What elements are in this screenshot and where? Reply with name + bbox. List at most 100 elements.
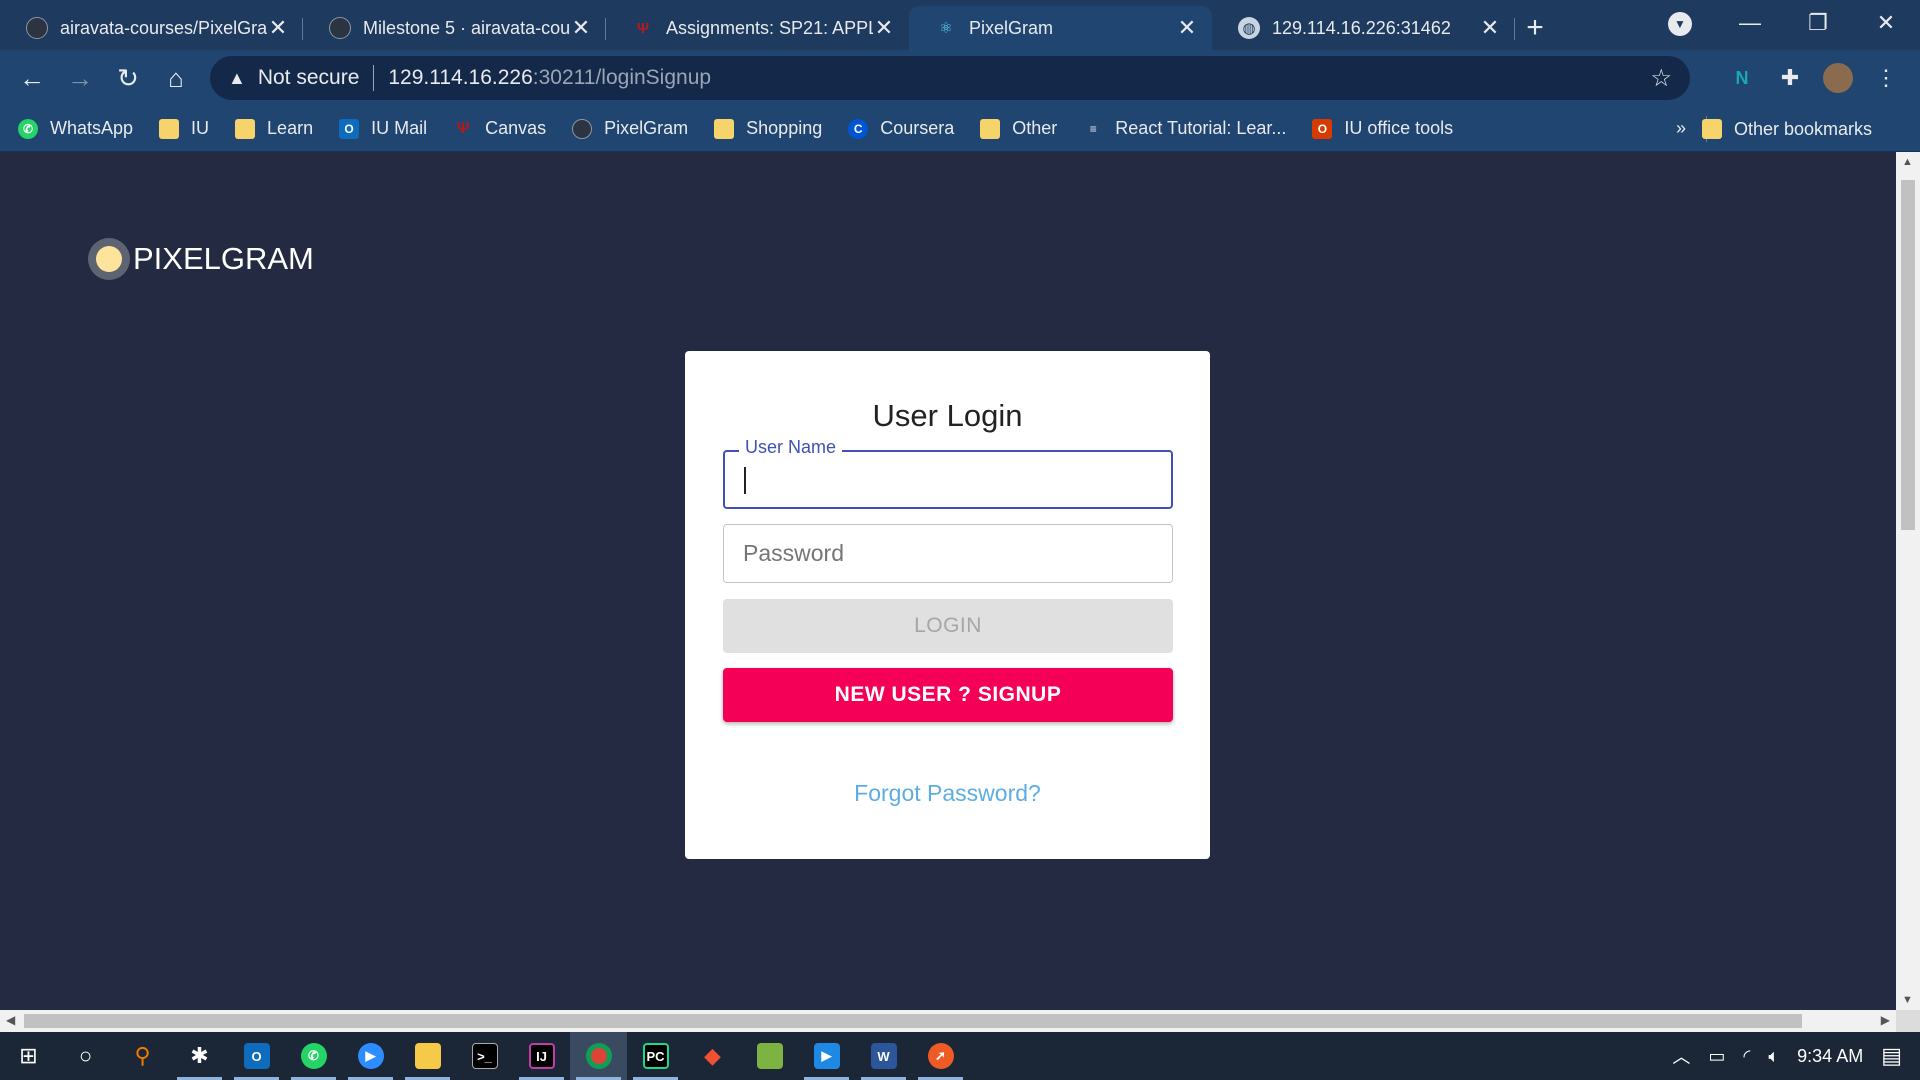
battery-icon[interactable]: ▭ [1708, 1046, 1725, 1067]
login-button[interactable]: LOGIN [723, 599, 1173, 653]
bookmark-label: Learn [267, 118, 314, 138]
browser-tab[interactable]: ◍ 129.114.16.226:31462 ✕ [1212, 6, 1515, 50]
browser-tab[interactable]: Ψ Assignments: SP21: APPLIED ✕ [606, 6, 909, 50]
reload-icon[interactable]: ↻ [104, 56, 152, 100]
bookmark-item[interactable]: Shopping [714, 118, 822, 139]
password-input[interactable] [724, 525, 1172, 582]
bookmark-item[interactable]: C Coursera [848, 118, 954, 139]
horizontal-scrollbar[interactable]: ◀ ▶ [0, 1010, 1896, 1032]
bookmark-item[interactable]: IU [159, 118, 209, 139]
whatsapp-icon[interactable]: ✆ [285, 1032, 342, 1080]
app-logo[interactable]: PIXELGRAM [88, 238, 314, 280]
back-icon[interactable]: ← [8, 56, 56, 100]
pycharm-icon[interactable]: PC [627, 1032, 684, 1080]
notifications-icon[interactable]: ▤ [1881, 1043, 1902, 1069]
bookmark-item[interactable]: PixelGram [572, 118, 688, 139]
search-icon[interactable]: ○ [57, 1032, 114, 1080]
vertical-scrollbar[interactable]: ▲ ▼ [1896, 152, 1920, 1010]
outlook-icon[interactable]: O [228, 1032, 285, 1080]
bookmark-item[interactable]: Ψ Canvas [453, 118, 547, 139]
password-field[interactable] [723, 524, 1173, 583]
tab-title: Assignments: SP21: APPLIED [666, 17, 873, 38]
windows-taskbar: ⊞ ○ ⚲ ✱ O ✆ ▶ >_ IJ PC ◆ ▶ W ➚ ︿ ▭ ◜ 🔈︎ … [0, 1032, 1920, 1080]
volume-icon[interactable]: 🔈︎ [1768, 1046, 1779, 1067]
close-icon[interactable]: ✕ [873, 15, 895, 41]
windows-start-icon[interactable]: ⊞ [0, 1032, 57, 1080]
forward-icon[interactable]: → [56, 56, 104, 100]
page-title: User Login [872, 398, 1023, 433]
clock[interactable]: 9:34 AM [1797, 1046, 1863, 1067]
browser-tab[interactable]: Milestone 5 · airavata-courses ✕ [303, 6, 606, 50]
other-bookmarks[interactable]: Other bookmarks [1701, 106, 1872, 152]
scrollbar-corner [1896, 1010, 1920, 1032]
word-icon[interactable]: W [855, 1032, 912, 1080]
logo-circle-icon [88, 238, 130, 280]
close-icon[interactable]: ✕ [570, 15, 592, 41]
bookmark-item[interactable]: Learn [235, 118, 313, 139]
github-icon [26, 17, 48, 39]
signup-button[interactable]: NEW USER ? SIGNUP [723, 668, 1173, 722]
postman-icon[interactable]: ➚ [912, 1032, 969, 1080]
globe-icon: ◍ [1238, 17, 1260, 39]
url-path: :30211/loginSignup [532, 66, 712, 89]
forgot-password-link[interactable]: Forgot Password? [685, 780, 1210, 807]
bookmark-item[interactable]: ≡ React Tutorial: Lear... [1083, 118, 1287, 139]
restore-icon[interactable]: ❐ [1784, 10, 1852, 36]
zoom-icon[interactable]: ▶ [342, 1032, 399, 1080]
slack-icon[interactable]: ✱ [171, 1032, 228, 1080]
bookmark-item[interactable]: O IU Mail [339, 118, 427, 139]
bookmark-label: Coursera [880, 118, 955, 138]
system-tray: ︿ ▭ ◜ 🔈︎ 9:34 AM ▤ [1672, 1032, 1920, 1080]
bookmark-label: IU Mail [371, 118, 428, 138]
home-icon[interactable]: ⌂ [152, 56, 200, 100]
scrollbar-thumb[interactable] [24, 1014, 1802, 1028]
tab-title: Milestone 5 · airavata-courses [363, 17, 570, 38]
scroll-left-icon[interactable]: ◀ [6, 1013, 15, 1027]
folder-icon [980, 118, 1001, 139]
folder-icon [714, 118, 735, 139]
search-orange-icon[interactable]: ⚲ [114, 1032, 171, 1080]
bookmark-item[interactable]: Other [980, 118, 1057, 139]
media-player-icon[interactable]: ▶ [798, 1032, 855, 1080]
git-icon[interactable]: ◆ [684, 1032, 741, 1080]
username-input[interactable] [725, 452, 1171, 507]
scroll-down-icon[interactable]: ▼ [1902, 994, 1913, 1006]
username-field[interactable]: User Name [723, 437, 1173, 509]
terminal-icon[interactable]: >_ [456, 1032, 513, 1080]
new-tab-button[interactable]: + [1515, 6, 1555, 50]
tab-search-icon[interactable]: ▼ [1668, 12, 1692, 36]
minimize-icon[interactable]: — [1716, 10, 1784, 36]
office-icon: O [1312, 118, 1333, 139]
notepad-icon[interactable] [741, 1032, 798, 1080]
security-label: Not secure [257, 66, 360, 89]
scroll-up-icon[interactable]: ▲ [1902, 156, 1913, 168]
notion-extension-icon[interactable]: N [1724, 60, 1760, 96]
extensions-puzzle-icon[interactable]: ✚ [1772, 60, 1808, 96]
folder-icon [159, 118, 180, 139]
bookmark-label: Other bookmarks [1733, 118, 1872, 139]
menu-kebab-icon[interactable]: ⋮ [1868, 60, 1904, 96]
wifi-icon[interactable]: ◜ [1743, 1046, 1750, 1067]
bookmark-label: Canvas [485, 118, 547, 138]
tutorial-icon: ≡ [1089, 121, 1097, 136]
close-icon[interactable]: ✕ [1479, 15, 1501, 41]
browser-tab-active[interactable]: ⚛ PixelGram ✕ [909, 6, 1212, 50]
iu-trident-icon: Ψ [636, 19, 650, 37]
file-explorer-icon[interactable] [399, 1032, 456, 1080]
bookmark-item[interactable]: ✆ WhatsApp [18, 118, 133, 139]
close-icon[interactable]: ✕ [267, 15, 289, 41]
bookmarks-overflow-button[interactable]: » [1676, 118, 1686, 139]
bookmark-item[interactable]: O IU office tools [1312, 118, 1453, 139]
browser-tab[interactable]: airavata-courses/PixelGram ✕ [0, 6, 303, 50]
chrome-icon[interactable] [570, 1032, 627, 1080]
window-close-icon[interactable]: ✕ [1852, 10, 1920, 36]
bookmark-star-icon[interactable]: ☆ [1650, 64, 1672, 93]
scrollbar-thumb[interactable] [1901, 180, 1915, 530]
address-bar[interactable]: ▲ Not secure 129.114.16.226:30211/loginS… [210, 56, 1690, 100]
chevron-up-icon[interactable]: ︿ [1672, 1043, 1690, 1069]
intellij-icon[interactable]: IJ [513, 1032, 570, 1080]
scroll-right-icon[interactable]: ▶ [1881, 1013, 1890, 1027]
avatar[interactable] [1820, 60, 1856, 96]
github-icon [329, 17, 351, 39]
close-icon[interactable]: ✕ [1176, 15, 1198, 41]
